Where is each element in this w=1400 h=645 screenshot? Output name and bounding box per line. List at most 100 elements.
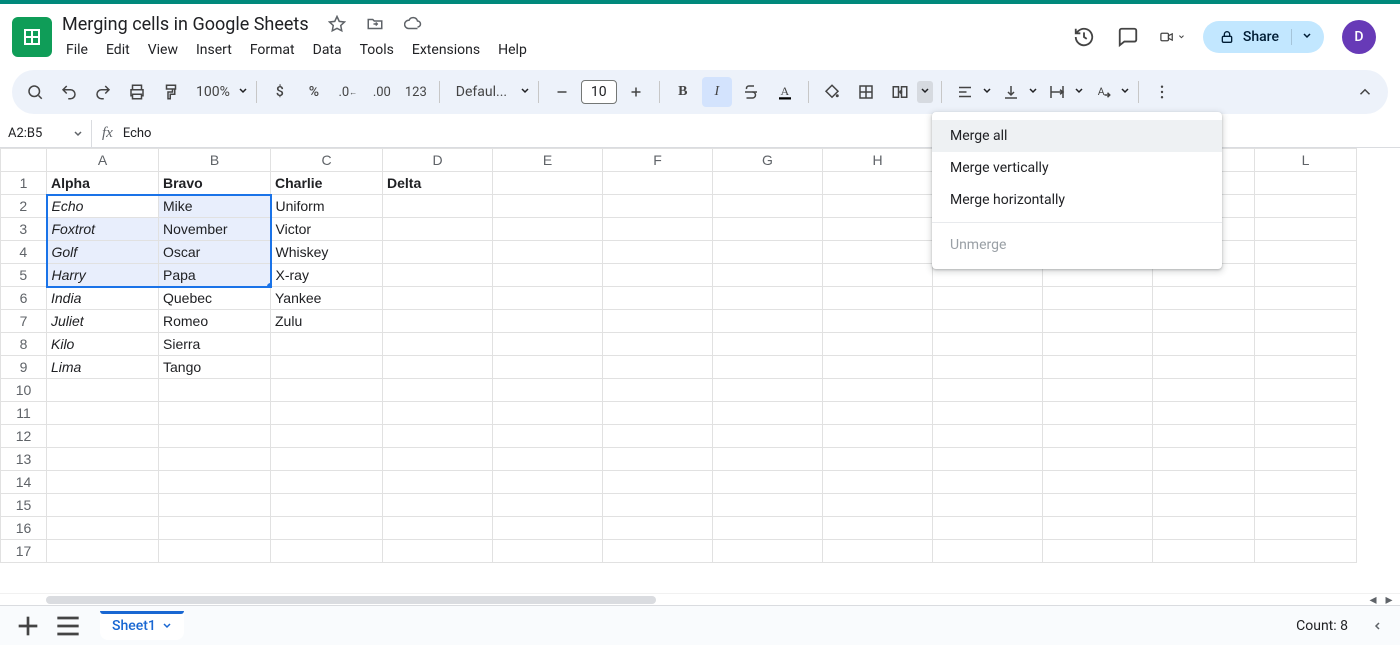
cell[interactable] [47,517,159,540]
cell[interactable] [713,287,823,310]
cell[interactable] [933,333,1043,356]
cell[interactable] [713,517,823,540]
cell[interactable] [1255,448,1357,471]
cell[interactable] [603,218,713,241]
cell[interactable] [823,494,933,517]
cell[interactable] [271,333,383,356]
cell[interactable] [933,494,1043,517]
cell[interactable] [823,448,933,471]
cell[interactable] [1043,471,1153,494]
cell[interactable] [823,264,933,287]
cell[interactable] [493,494,603,517]
cell[interactable]: Papa [159,264,271,287]
cell[interactable] [823,517,933,540]
cell[interactable] [1153,425,1255,448]
vertical-align-button[interactable] [996,77,1038,107]
merge-dropdown-icon[interactable] [917,81,933,103]
chevron-down-icon[interactable] [162,621,172,631]
horizontal-align-button[interactable] [950,77,992,107]
cell[interactable] [823,241,933,264]
cell[interactable] [1153,494,1255,517]
cell[interactable] [1255,471,1357,494]
cell[interactable]: Bravo [159,172,271,195]
column-header[interactable]: H [823,149,933,172]
column-header[interactable]: C [271,149,383,172]
currency-icon[interactable]: $ [265,77,295,107]
cell[interactable] [47,402,159,425]
column-header[interactable]: G [713,149,823,172]
row-header[interactable]: 7 [1,310,47,333]
decrease-decimal-icon[interactable]: .0← [333,77,363,107]
row-header[interactable]: 11 [1,402,47,425]
cell[interactable] [1043,356,1153,379]
cell[interactable] [493,195,603,218]
cell[interactable] [1255,402,1357,425]
search-menus-icon[interactable] [20,77,50,107]
comments-icon[interactable] [1115,24,1141,50]
cell[interactable] [1043,425,1153,448]
cell[interactable] [383,264,493,287]
cell[interactable] [823,310,933,333]
menu-extensions[interactable]: Extensions [404,38,488,62]
all-sheets-icon[interactable] [52,610,84,642]
add-sheet-icon[interactable] [12,610,44,642]
cell[interactable] [493,356,603,379]
cell[interactable] [603,310,713,333]
cell[interactable] [823,172,933,195]
cell[interactable] [271,425,383,448]
cell[interactable] [271,494,383,517]
cell[interactable] [603,287,713,310]
cell[interactable] [713,356,823,379]
column-header[interactable]: D [383,149,493,172]
cell[interactable] [271,448,383,471]
bold-icon[interactable]: B [668,77,698,107]
cell[interactable] [713,448,823,471]
cell[interactable] [713,310,823,333]
cell[interactable] [603,494,713,517]
fx-icon[interactable]: fx [92,125,123,142]
menu-edit[interactable]: Edit [98,38,138,62]
column-header[interactable]: F [603,149,713,172]
selection-count[interactable]: Count: 8 [1296,618,1360,634]
cell[interactable] [823,287,933,310]
cell[interactable] [1255,379,1357,402]
row-header[interactable]: 5 [1,264,47,287]
cell[interactable] [271,402,383,425]
cell[interactable]: Quebec [159,287,271,310]
cell[interactable] [603,195,713,218]
cell[interactable] [271,517,383,540]
cell[interactable] [47,448,159,471]
cell[interactable] [159,517,271,540]
cloud-status-icon[interactable] [399,10,427,38]
cell[interactable] [383,333,493,356]
increase-decimal-icon[interactable]: .00 [367,77,397,107]
share-button[interactable]: Share [1203,21,1324,53]
row-header[interactable]: 2 [1,195,47,218]
collapse-toolbar-icon[interactable] [1350,77,1380,107]
merge-option-merge-horizontally[interactable]: Merge horizontally [932,184,1222,216]
column-header[interactable]: L [1255,149,1357,172]
cell[interactable] [713,402,823,425]
cell[interactable] [159,494,271,517]
cell[interactable] [823,195,933,218]
cell[interactable]: India [47,287,159,310]
cell[interactable] [603,540,713,563]
cell[interactable]: Lima [47,356,159,379]
cell[interactable] [383,310,493,333]
cell[interactable] [383,494,493,517]
undo-icon[interactable] [54,77,84,107]
row-header[interactable]: 10 [1,379,47,402]
cell[interactable] [823,402,933,425]
number-format-button[interactable]: 123 [401,77,431,107]
cell[interactable] [1153,356,1255,379]
cell[interactable]: Mike [159,195,271,218]
cell[interactable] [1153,402,1255,425]
cell[interactable] [713,172,823,195]
cell[interactable] [493,517,603,540]
cell[interactable] [603,172,713,195]
cell[interactable] [47,471,159,494]
menu-tools[interactable]: Tools [352,38,402,62]
cell[interactable] [1255,195,1357,218]
cell[interactable] [1153,448,1255,471]
cell[interactable]: Golf [47,241,159,264]
